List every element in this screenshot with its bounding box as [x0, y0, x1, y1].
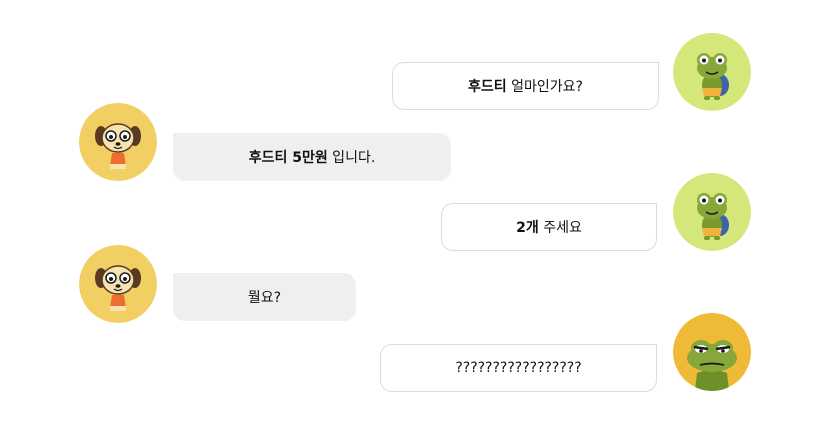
message-text: 입니다.: [327, 150, 376, 166]
angry-frog-icon: [673, 313, 751, 391]
message-text: ?????????????????: [455, 360, 582, 376]
message-bold-text: 후드티 5만원: [248, 150, 328, 166]
message-bubble: 뭘요?: [173, 273, 356, 321]
frog-icon: [673, 33, 751, 111]
dog-icon: [79, 245, 157, 323]
message-text: 주세요: [538, 220, 582, 236]
frog-icon: [673, 173, 751, 251]
dog-icon: [79, 103, 157, 181]
message-bold-text: 후드티: [468, 79, 507, 95]
message-text: 얼마인가요?: [506, 79, 583, 95]
message-bubble: ?????????????????: [380, 344, 657, 392]
message-bubble: 후드티 얼마인가요?: [392, 62, 659, 110]
message-bubble: 후드티 5만원 입니다.: [173, 133, 451, 181]
message-text: 뭘요?: [247, 290, 282, 306]
message-bubble: 2개 주세요: [441, 203, 657, 251]
message-bold-text: 2개: [516, 220, 539, 236]
